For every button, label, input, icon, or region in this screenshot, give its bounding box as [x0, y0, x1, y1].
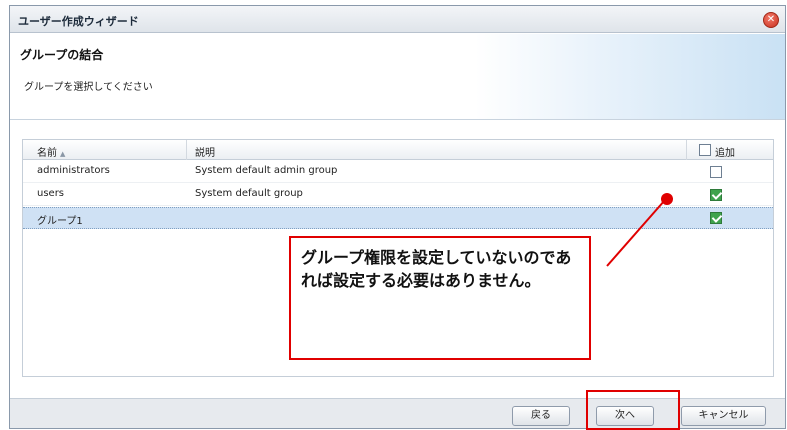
- annotation-text: グループ権限を設定していないのであれば設定する必要はありません。: [301, 248, 572, 290]
- annotation-pointer: [606, 193, 673, 267]
- annotation-dot: [661, 193, 673, 205]
- annotation-line: [606, 199, 666, 267]
- annotation-callout: グループ権限を設定していないのであれば設定する必要はありません。: [289, 236, 591, 360]
- next-button-highlight: [586, 390, 680, 430]
